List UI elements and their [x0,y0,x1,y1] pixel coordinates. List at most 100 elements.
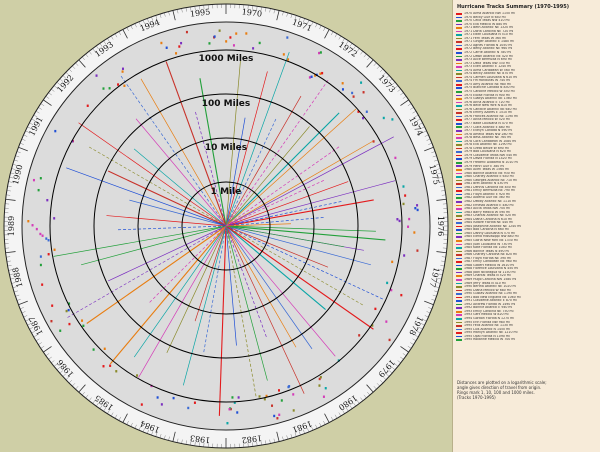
storm-marker [413,231,416,234]
storm-marker [310,75,313,78]
legend-swatch [456,314,462,317]
storm-marker [273,414,276,418]
legend-swatch [456,151,462,153]
storm-marker [280,399,283,402]
storm-marker [403,254,406,257]
storm-marker [39,232,42,236]
storm-marker [258,395,261,398]
stage: 1970 1971 1972 1973 1974 1975 1976 1977 1978 1979… [0,0,600,452]
legend-swatch [456,271,462,274]
storm-marker [416,249,419,252]
storm-marker [391,260,394,264]
storm-marker [172,396,175,400]
storm-marker [386,281,389,285]
legend-swatch [456,161,462,164]
legend-swatch [456,318,462,320]
year-label: 1989 [7,216,16,236]
storm-marker [319,51,322,54]
storm-marker [81,319,84,322]
legend-swatch [456,268,462,270]
storm-marker [39,263,42,267]
legend-swatch [456,332,462,334]
storm-marker [208,42,211,45]
legend-swatch [456,144,462,146]
storm-marker [46,198,49,202]
legend-swatch [456,321,462,324]
storm-marker [213,35,216,38]
legend-swatch [456,55,462,58]
legend-swatch [456,250,462,253]
legend-swatch [456,137,462,139]
legend-swatch [456,165,462,168]
storm-marker [102,365,105,368]
legend-entry: 1995 Roxanne Mexico W 700 mi [456,338,598,342]
storm-marker [258,41,261,45]
legend-swatch [456,105,462,107]
storm-marker [156,396,159,399]
legend-swatch [456,98,462,100]
storm-marker [54,129,57,133]
legend-swatch [456,204,462,207]
legend-swatch [456,44,462,47]
storm-marker [398,219,401,223]
legend-swatch [456,41,462,43]
legend-swatch [456,296,462,299]
storm-marker [404,194,407,197]
legend-swatch [456,108,462,111]
legend-swatch [456,133,462,136]
storm-marker [165,46,168,49]
storm-marker [360,81,363,84]
legend-swatch [456,62,462,65]
storm-marker [180,41,183,45]
legend-swatch [456,200,462,203]
storm-marker [341,88,344,91]
storm-marker [402,185,405,188]
storm-marker [47,253,50,256]
legend-swatch [456,48,462,51]
legend-swatch [456,140,462,143]
legend-swatch [456,303,462,306]
storm-marker [109,364,112,367]
legend-swatch [456,23,462,26]
storm-marker [319,72,322,75]
legend-swatch [456,183,462,185]
legend-swatch [456,87,462,90]
storm-marker [59,329,62,332]
storm-marker [286,36,289,39]
storm-marker [352,95,355,98]
storm-marker [108,87,111,90]
storm-marker [160,41,163,45]
storm-marker [276,417,279,420]
legend-note: Distances are plotted on a logarithmic s… [457,380,595,400]
storm-marker [136,374,139,377]
legend-list: 1970 Alma Atlantic NW 1150 mi 1970 Becky … [456,12,598,372]
storm-marker [232,44,235,47]
storm-marker [39,255,42,258]
storm-marker [218,29,221,32]
legend-swatch [456,232,462,235]
storm-marker [322,395,325,398]
storm-marker [374,307,377,311]
legend-swatch [456,69,462,72]
legend-swatch [456,254,462,256]
legend-swatch [456,51,462,54]
legend-swatch [456,229,462,231]
legend-swatch [456,91,462,93]
legend-swatch [456,300,462,302]
storm-marker [288,385,291,388]
legend-swatch [456,275,462,278]
legend-swatch [456,261,462,263]
storm-marker [408,217,411,221]
ring-label-1-mile: 1 Mile [211,187,242,197]
legend-swatch [456,222,462,224]
legend-swatch [456,186,462,189]
storm-marker [414,206,417,210]
storm-marker [51,304,54,307]
storm-marker [318,51,321,55]
storm-marker [351,91,354,95]
legend-swatch [456,83,462,86]
storm-marker [187,406,190,410]
storm-marker [117,83,120,86]
legend-swatch [456,130,462,132]
ring-label-10-miles: 10 Miles [205,143,247,153]
